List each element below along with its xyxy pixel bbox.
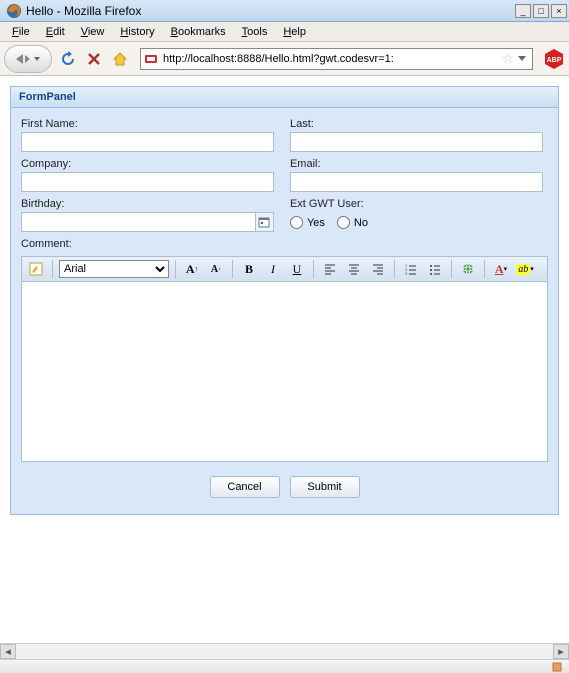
toolbar-separator [175,260,176,278]
calendar-icon [258,216,270,228]
url-bar[interactable]: ☆ [140,48,533,70]
panel-header: FormPanel [11,87,558,108]
toolbar-separator [484,260,485,278]
radio-no-item[interactable]: No [337,216,368,229]
svg-text:3: 3 [405,271,407,275]
window-controls: _ □ × [515,4,567,18]
home-button[interactable] [110,49,130,69]
menu-file[interactable]: File [4,24,38,40]
abp-icon[interactable]: ABP [543,48,565,70]
editor-toolbar: Arial A↑ A↓ B I U [21,256,548,282]
cancel-button[interactable]: Cancel [210,476,280,498]
reload-button[interactable] [58,49,78,69]
highlight-icon: ab [516,264,530,275]
history-dropdown-icon [34,57,40,61]
italic-button[interactable]: I [263,259,283,279]
gwt-user-radio-group: Yes No [290,216,543,229]
back-icon [16,54,23,64]
bold-button[interactable]: B [239,259,259,279]
close-button[interactable]: × [551,4,567,18]
editor-textarea[interactable] [21,282,548,462]
maximize-button[interactable]: □ [533,4,549,18]
toolbar-separator [313,260,314,278]
radio-yes-item[interactable]: Yes [290,216,325,229]
scroll-right-icon[interactable]: ▸ [553,644,569,659]
firefox-icon [6,3,22,19]
minimize-button[interactable]: _ [515,4,531,18]
toolbar-separator [232,260,233,278]
align-left-icon [324,263,336,275]
window-titlebar: Hello - Mozilla Firefox _ □ × [0,0,569,22]
align-right-icon [372,263,384,275]
window-title: Hello - Mozilla Firefox [26,4,515,18]
radio-yes[interactable] [290,216,303,229]
birthday-input[interactable] [21,212,256,232]
menu-history[interactable]: History [112,24,162,40]
menu-tools[interactable]: Tools [234,24,276,40]
svg-text:ABP: ABP [547,57,562,64]
toolbar-separator [451,260,452,278]
forward-icon [25,55,30,63]
align-center-button[interactable] [344,259,364,279]
menubar: File Edit View History Bookmarks Tools H… [0,22,569,42]
source-edit-icon [29,262,43,276]
label-email: Email: [290,158,543,170]
highlight-button[interactable]: ab▾ [515,259,535,279]
align-left-button[interactable] [320,259,340,279]
submit-button[interactable]: Submit [290,476,360,498]
underline-button[interactable]: U [287,259,307,279]
label-gwt-user: Ext GWT User: [290,198,543,210]
label-comment: Comment: [21,238,548,250]
url-dropdown-icon[interactable] [518,56,526,61]
date-picker-button[interactable] [256,212,274,232]
font-color-icon: A [495,262,504,277]
stop-button[interactable] [84,49,104,69]
link-button[interactable] [458,259,478,279]
company-input[interactable] [21,172,274,192]
menu-edit[interactable]: Edit [38,24,73,40]
font-color-button[interactable]: A▾ [491,259,511,279]
unordered-list-button[interactable] [425,259,445,279]
status-bar [0,659,569,673]
page-favicon [143,51,159,67]
source-edit-button[interactable] [26,259,46,279]
radio-yes-label: Yes [307,217,325,229]
menu-bookmarks[interactable]: Bookmarks [163,24,234,40]
status-icon [551,661,563,673]
radio-no-label: No [354,217,368,229]
unordered-list-icon [429,263,441,275]
link-icon [461,262,475,276]
bookmark-star-icon[interactable]: ☆ [501,50,514,67]
horizontal-scrollbar[interactable]: ◂ ▸ [0,643,569,659]
last-input[interactable] [290,132,543,152]
first-name-input[interactable] [21,132,274,152]
label-first-name: First Name: [21,118,274,130]
form-panel: FormPanel First Name: Last: Company: [10,86,559,515]
menu-view[interactable]: View [73,24,113,40]
url-input[interactable] [163,53,501,65]
scroll-track[interactable] [16,644,553,659]
label-company: Company: [21,158,274,170]
panel-body: First Name: Last: Company: Email: [11,108,558,514]
align-center-icon [348,263,360,275]
button-bar: Cancel Submit [21,476,548,504]
toolbar-separator [52,260,53,278]
scroll-left-icon[interactable]: ◂ [0,644,16,659]
page-content: FormPanel First Name: Last: Company: [2,76,567,643]
font-select[interactable]: Arial [59,260,169,278]
label-birthday: Birthday: [21,198,274,210]
label-last: Last: [290,118,543,130]
radio-no[interactable] [337,216,350,229]
ordered-list-button[interactable]: 123 [401,259,421,279]
toolbar-separator [394,260,395,278]
increase-font-button[interactable]: A↑ [182,259,202,279]
browser-toolbar: ☆ ABP [0,42,569,76]
align-right-button[interactable] [368,259,388,279]
menu-help[interactable]: Help [275,24,314,40]
email-input[interactable] [290,172,543,192]
rich-text-editor: Arial A↑ A↓ B I U [21,256,548,462]
decrease-font-button[interactable]: A↓ [206,259,226,279]
nav-back-forward[interactable] [4,45,52,73]
ordered-list-icon: 123 [405,263,417,275]
